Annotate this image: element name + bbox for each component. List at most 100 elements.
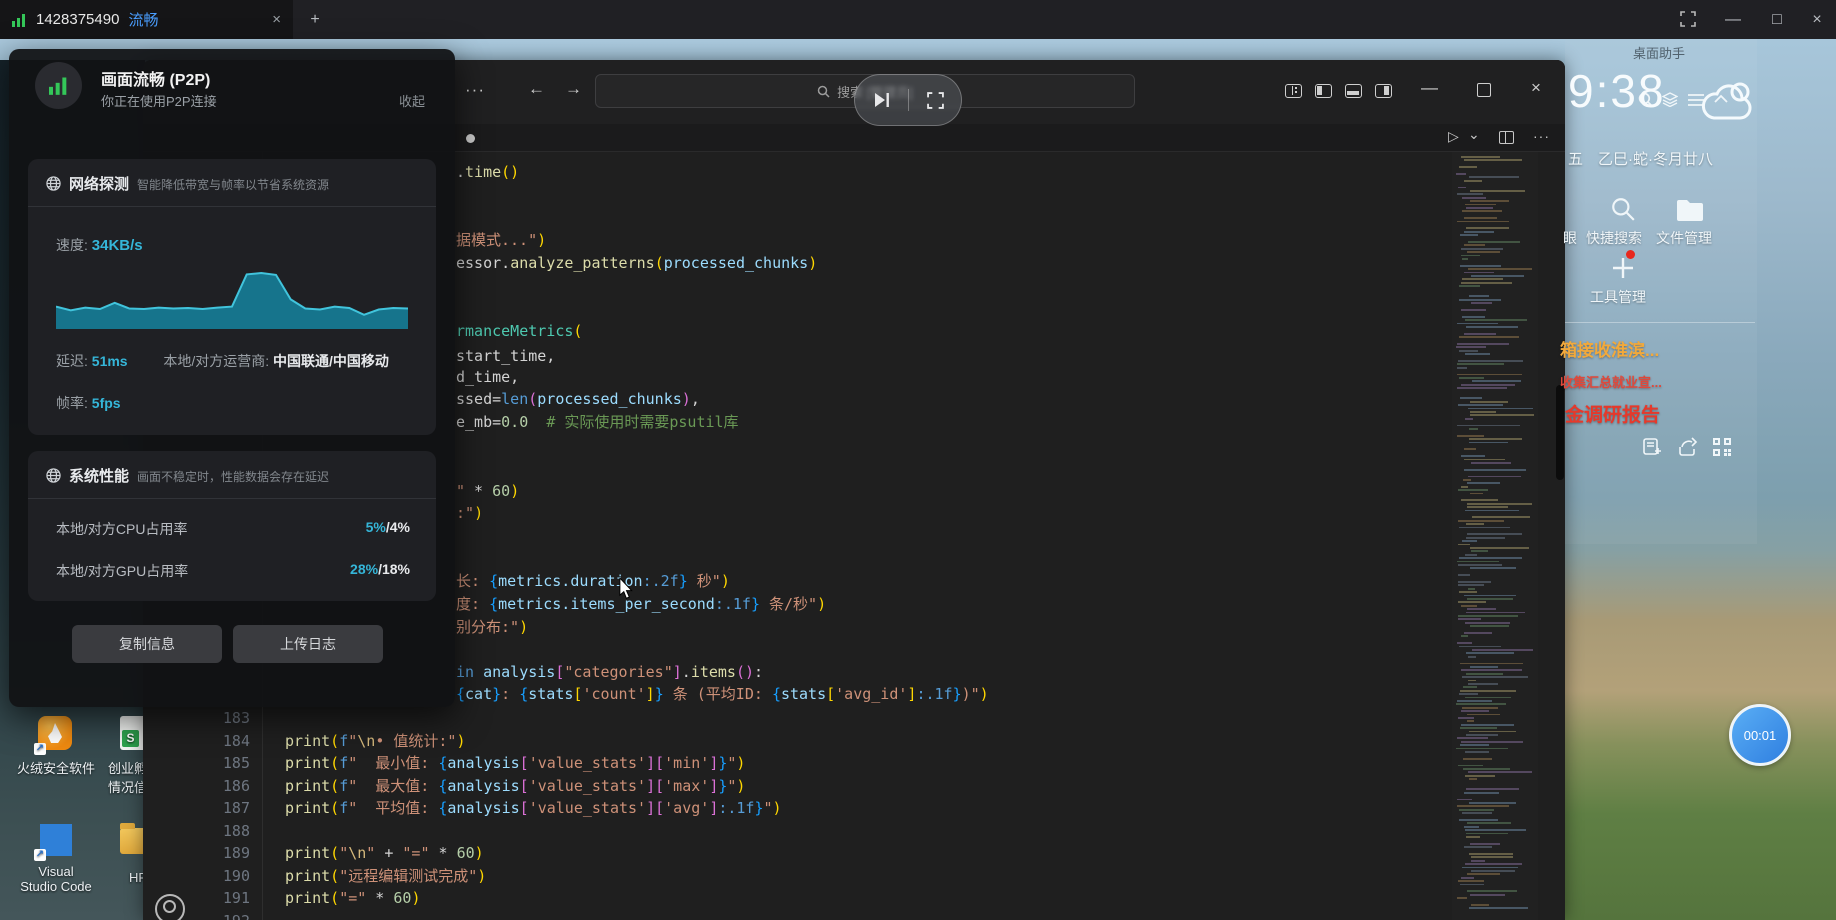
assistant-title: 桌面助手 (1633, 43, 1685, 62)
notification-dot (1626, 250, 1635, 259)
desktop-icon-vscode[interactable]: ↗ Visual Studio Code (10, 822, 102, 894)
speed-label: 速度: (56, 237, 92, 253)
tool-manage-plus-icon[interactable] (1610, 255, 1636, 281)
toggle-panel-icon[interactable] (1345, 84, 1362, 98)
code-line: 186print(f" 最大值: {analysis['value_stats'… (143, 775, 1493, 798)
toggle-sidebar-icon[interactable] (1315, 84, 1332, 98)
nav-forward-icon[interactable]: → (565, 79, 582, 99)
code-line: 189print("\n" + "=" * 60) (143, 842, 1493, 865)
system-section-desc: 画面不稳定时，性能数据会存在延迟 (137, 468, 329, 485)
vscode-minimize-icon[interactable]: — (1421, 78, 1438, 98)
modified-file-dot[interactable] (466, 134, 475, 143)
customize-layout-icon[interactable] (1285, 84, 1302, 98)
file-manager-icon[interactable] (1676, 198, 1704, 221)
latency-label: 延迟: (56, 353, 92, 369)
code-line: in analysis["categories"].items(): (456, 661, 763, 683)
code-line: 188 (143, 820, 1493, 843)
copy-info-button[interactable]: 复制信息 (72, 625, 222, 663)
editor-more-actions-icon[interactable]: ··· (1533, 128, 1550, 144)
code-line: 187print(f" 平均值: {analysis['value_stats'… (143, 797, 1493, 820)
minimap[interactable] (1452, 152, 1538, 920)
step-forward-icon[interactable] (873, 92, 891, 108)
code-line: 190print("远程编辑测试完成") (143, 865, 1493, 888)
desktop-icon-huorong[interactable]: ↗ 火绒安全软件 (10, 716, 102, 777)
note-add-icon[interactable] (1642, 437, 1662, 457)
notice-link-1[interactable]: 箱接收淮滨... (1560, 336, 1659, 361)
line-number: 185 (193, 752, 250, 775)
tab-close-icon[interactable]: × (272, 11, 281, 28)
new-tab-button[interactable]: + (298, 0, 332, 39)
code-numbered-lines: 183184print(f"\n• 值统计:")185print(f" 最小值:… (143, 707, 1493, 920)
clipped-tool-label[interactable]: 眼 (1563, 228, 1577, 248)
latency-value: 51ms (92, 353, 128, 369)
code-line: 185print(f" 最小值: {analysis['value_stats'… (143, 752, 1493, 775)
split-editor-icon[interactable] (1499, 131, 1514, 144)
window-minimize-button[interactable]: — (1716, 0, 1750, 39)
code-line: {cat}: {stats['count']} 条 (平均ID: {stats[… (456, 683, 989, 705)
vscode-close-icon[interactable]: × (1531, 78, 1541, 98)
code-line: d_time, (456, 366, 519, 388)
session-id: 1428375490 (36, 11, 119, 28)
carrier-label: 本地/对方运营商: (163, 353, 273, 369)
line-number: 192 (193, 910, 250, 920)
divider (28, 498, 436, 499)
shortcut-arrow-icon: ↗ (34, 849, 46, 861)
code-line: start_time, (456, 345, 555, 367)
panel-title: 画面流畅 (P2P) (101, 66, 210, 90)
session-tab[interactable]: 1428375490 流畅 × (0, 0, 293, 39)
fullscreen-icon[interactable] (1680, 11, 1696, 27)
lunar-date: 五 乙巳·蛇·冬月廿八 (1568, 148, 1713, 169)
code-line: 别分布:") (456, 616, 528, 638)
code-line: rmanceMetrics( (456, 320, 582, 342)
line-number: 183 (193, 707, 250, 730)
upload-log-button[interactable]: 上传日志 (233, 625, 383, 663)
editor-scrollbar[interactable] (1538, 152, 1565, 920)
fullscreen-brackets-icon[interactable] (927, 92, 944, 109)
remote-toolbar-pill[interactable] (854, 74, 962, 126)
connection-quality: 流畅 (128, 9, 158, 30)
speed-value: 34KB/s (92, 237, 143, 254)
gpu-usage-label: 本地/对方GPU占用率 (56, 561, 188, 581)
window-maximize-button[interactable]: □ (1760, 0, 1794, 39)
nav-back-icon[interactable]: ← (528, 79, 545, 99)
tool-quick-search-label[interactable]: 快捷搜索 (1586, 228, 1642, 248)
weather-cloud-icon[interactable] (1700, 80, 1756, 122)
session-timer-badge[interactable]: 00:01 (1729, 704, 1791, 766)
system-section-title: 系统性能 (69, 465, 129, 486)
speed-sparkline-chart (56, 263, 408, 329)
notice-link-3[interactable]: 金调研报告 (1565, 400, 1660, 427)
menu-ellipsis-icon[interactable]: ··· (465, 80, 485, 100)
scrollbar-handle[interactable] (1556, 385, 1564, 480)
line-number: 186 (193, 775, 250, 798)
quick-search-icon[interactable] (1610, 196, 1636, 222)
run-chevron-icon[interactable]: ⌄ (1468, 126, 1480, 143)
accounts-icon[interactable] (155, 894, 185, 920)
run-button[interactable]: ▷ (1448, 128, 1459, 145)
tool-file-manager-label[interactable]: 文件管理 (1656, 228, 1712, 248)
code-line: e_mb=0.0 # 实际使用时需要psutil库 (456, 411, 739, 433)
qr-code-icon[interactable] (1712, 437, 1732, 457)
cpu-remote-value: /4% (386, 519, 410, 535)
notice-link-2[interactable]: 收集汇总就业宣... (1560, 372, 1662, 391)
window-close-button[interactable]: × (1800, 0, 1834, 39)
share-icon[interactable] (1678, 437, 1698, 457)
screen: 1428375490 流畅 × + — □ × ↗ 火绒安全软件 创业孵化 情况… (0, 0, 1836, 920)
remote-tab-bar: 1428375490 流畅 × + — □ × (0, 0, 1836, 39)
code-line: 度: {metrics.items_per_second:.1f} 条/秒") (456, 593, 826, 615)
shortcut-arrow-icon: ↗ (34, 743, 46, 755)
divider (28, 206, 436, 207)
cpu-local-value: 5% (366, 519, 386, 535)
code-line: 192 (143, 910, 1493, 920)
carrier-value: 中国联通/中国移动 (273, 353, 389, 369)
mouse-cursor (618, 578, 634, 600)
gpu-remote-value: /18% (378, 561, 410, 577)
code-line: :") (456, 502, 483, 524)
collapse-link[interactable]: 收起 (399, 91, 425, 110)
widget-divider (1565, 322, 1755, 323)
vscode-maximize-icon[interactable] (1477, 83, 1491, 97)
network-section-desc: 智能降低带宽与帧率以节省系统资源 (137, 176, 329, 193)
toggle-secondary-sidebar-icon[interactable] (1375, 84, 1392, 98)
tool-manage-label[interactable]: 工具管理 (1590, 287, 1646, 307)
network-section-title: 网络探测 (69, 173, 129, 194)
code-line: 据模式...") (456, 229, 546, 251)
